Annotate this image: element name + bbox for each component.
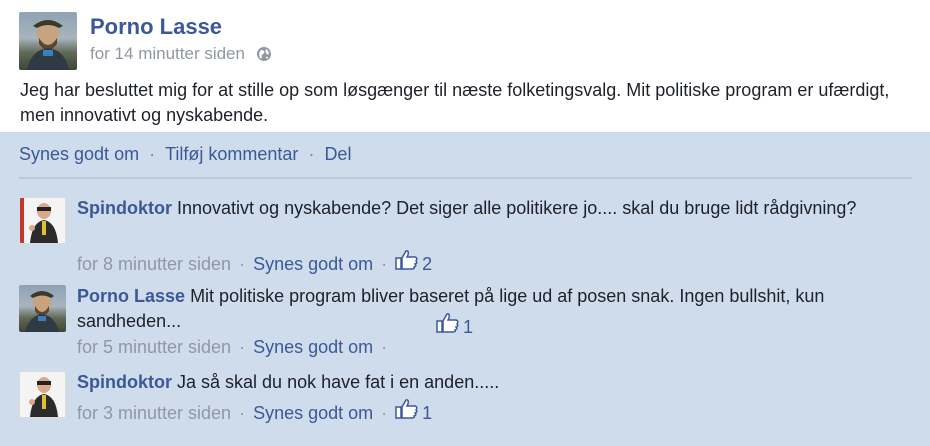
post-time-text[interactable]: for 14 minutter siden: [90, 44, 245, 63]
feedback-area: Synes godt om · Tilføj kommentar · Del Spind…: [0, 132, 930, 446]
comment: Porno Lasse Mit politiske program bliver…: [0, 284, 930, 364]
avatar-photo: [20, 198, 58, 243]
author-avatar[interactable]: [19, 12, 77, 70]
comment-like-link[interactable]: Synes godt om: [253, 403, 373, 423]
post-actions: Synes godt om · Tilføj kommentar · Del: [19, 144, 351, 165]
like-count: 1: [422, 403, 433, 423]
share-link[interactable]: Del: [324, 144, 351, 164]
separator: ·: [239, 403, 246, 423]
comment-time[interactable]: for 8 minutter siden: [77, 254, 231, 274]
comment-meta: for 5 minutter siden · Synes godt om ·: [77, 337, 395, 358]
post-header: Porno Lasse for 14 minutter siden Jeg ha…: [0, 0, 930, 132]
comment-body: Spindoktor Innovativt og nyskabende? Det…: [77, 196, 917, 221]
comment-like-link[interactable]: Synes godt om: [253, 337, 373, 357]
commenter-avatar[interactable]: [19, 285, 66, 332]
like-count: 1: [463, 317, 474, 337]
thumbs-up-icon: [395, 249, 419, 275]
comment-meta: for 8 minutter siden · Synes godt om · 2: [77, 249, 432, 275]
comment-like-count[interactable]: 1: [436, 312, 473, 338]
comment-author[interactable]: Spindoktor: [77, 372, 172, 392]
separator: ·: [149, 144, 156, 164]
avatar-photo: [25, 291, 59, 332]
commenter-avatar[interactable]: [19, 371, 66, 418]
thumbs-up-icon: [436, 312, 460, 338]
commenter-avatar[interactable]: [19, 197, 66, 244]
comment-meta: for 3 minutter siden · Synes godt om · 1: [77, 398, 432, 424]
comment: Spindoktor Ja så skal du nok have fat i …: [0, 370, 930, 430]
comment-body: Spindoktor Ja så skal du nok have fat i …: [77, 370, 917, 395]
post-body: Jeg har besluttet mig for at stille op s…: [20, 80, 890, 125]
separator: ·: [381, 337, 388, 357]
post-timestamp[interactable]: for 14 minutter siden: [90, 44, 272, 67]
separator: ·: [381, 254, 388, 274]
avatar-photo: [27, 20, 69, 70]
separator: ·: [239, 254, 246, 274]
add-comment-link[interactable]: Tilføj kommentar: [165, 144, 298, 164]
like-count: 2: [422, 254, 433, 274]
thumbs-up-icon: [395, 398, 419, 424]
like-link[interactable]: Synes godt om: [19, 144, 139, 164]
separator: ·: [239, 337, 246, 357]
comment-author[interactable]: Porno Lasse: [77, 286, 185, 306]
globe-icon[interactable]: [256, 46, 272, 67]
comment: Spindoktor Innovativt og nyskabende? Det…: [0, 196, 930, 276]
comment-time[interactable]: for 3 minutter siden: [77, 403, 231, 423]
post-author-name[interactable]: Porno Lasse: [90, 14, 222, 40]
comment-text: Innovativt og nyskabende? Det siger alle…: [177, 198, 857, 218]
avatar-photo: [29, 377, 58, 417]
separator: ·: [308, 144, 315, 164]
divider: [19, 177, 912, 179]
comment-body: Porno Lasse Mit politiske program bliver…: [77, 284, 917, 334]
comment-author[interactable]: Spindoktor: [77, 198, 172, 218]
comment-time[interactable]: for 5 minutter siden: [77, 337, 231, 357]
comment-like-link[interactable]: Synes godt om: [253, 254, 373, 274]
comment-text: Ja så skal du nok have fat i en anden...…: [177, 372, 500, 392]
separator: ·: [381, 403, 388, 423]
comment-like-count[interactable]: 2: [395, 249, 432, 275]
comment-like-count[interactable]: 1: [395, 398, 432, 424]
